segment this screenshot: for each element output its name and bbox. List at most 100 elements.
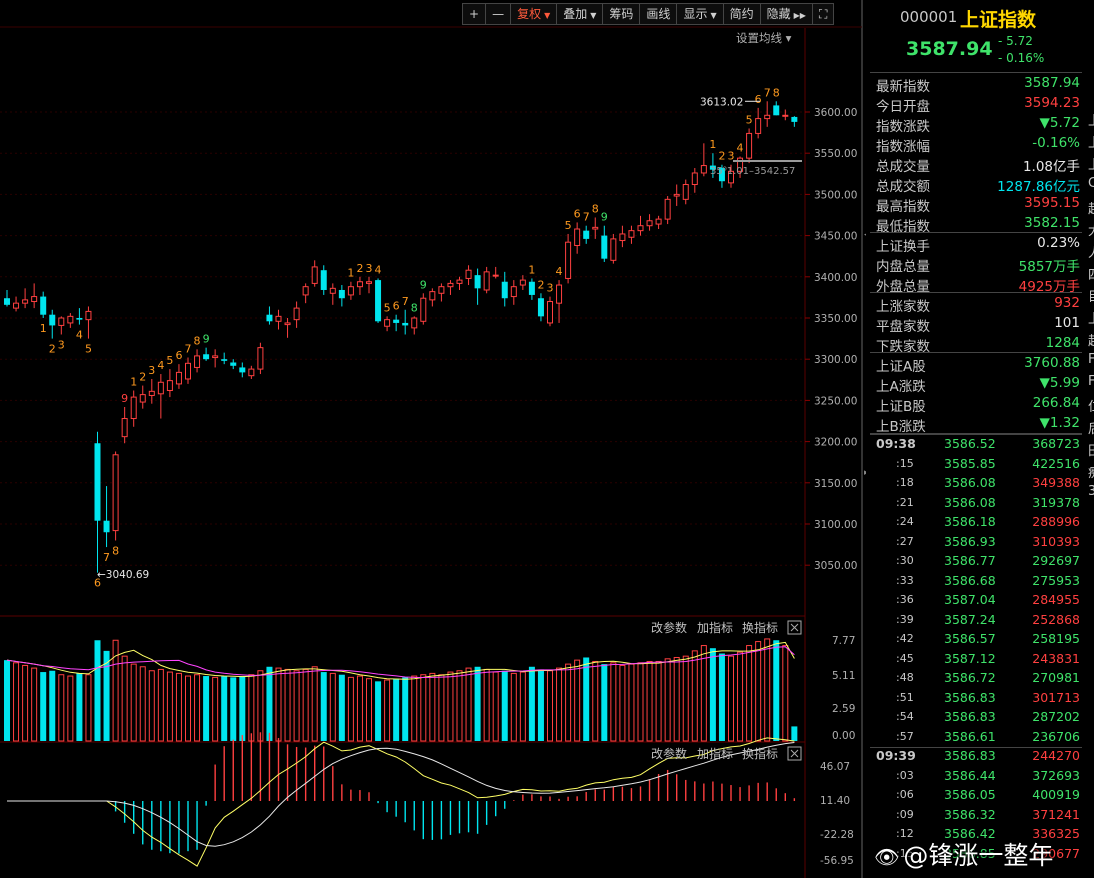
tick-row: :18 3586.08 349388: [870, 473, 1082, 493]
candle: [356, 276, 363, 295]
panel-control-0[interactable]: 改参数: [651, 746, 687, 761]
candle: [329, 283, 336, 305]
tick-price: 3586.57: [944, 631, 996, 646]
close-icon[interactable]: [787, 620, 802, 635]
candle: [429, 288, 436, 307]
toolbar-button-2[interactable]: 复权 ▼: [510, 3, 558, 25]
tick-price: 3586.68: [944, 572, 996, 588]
macd-tick: -22.28: [820, 829, 854, 841]
price-tick: 3350.00: [814, 313, 857, 325]
candle: [682, 179, 689, 205]
volume-bar: [302, 668, 309, 742]
toolbar-button-7[interactable]: 简约: [722, 3, 761, 25]
panel-control-1[interactable]: 加指标: [697, 620, 733, 635]
tick-time: :36: [896, 593, 914, 606]
quote-value: 101: [1054, 315, 1080, 331]
candle: [230, 359, 237, 370]
volume-bar: [619, 664, 626, 742]
toolbar-button-6[interactable]: 显示 ▼: [676, 3, 724, 25]
tick-time: :39: [896, 612, 914, 626]
toolbar-button-1[interactable]: —: [485, 3, 512, 25]
edge-char: 大: [1088, 220, 1094, 239]
quote-label: 上A涨跌: [876, 379, 926, 395]
candle: [203, 347, 210, 361]
panel-control-1[interactable]: 加指标: [697, 746, 733, 761]
tick-price: 3587.12: [944, 650, 996, 666]
volume-panel: 7.77 5.11 2.59 0.00: [4, 635, 855, 742]
divider: [870, 352, 1082, 353]
volume-bar: [655, 660, 662, 742]
volume-bar: [384, 679, 391, 742]
candle: [212, 349, 219, 368]
candle: [239, 362, 246, 378]
tick-volume: 236706: [1032, 728, 1080, 744]
tick-volume: 400919: [1032, 787, 1080, 802]
tick-price: 3586.44: [944, 767, 996, 783]
toolbar-button-0[interactable]: +: [462, 3, 487, 25]
close-icon[interactable]: [787, 746, 802, 761]
tick-row: :09 3586.32 371241: [870, 805, 1082, 825]
toolbar-button-4[interactable]: 筹码: [602, 3, 641, 25]
toolbar-button-9[interactable]: ⛶: [811, 3, 835, 25]
candle: [402, 309, 409, 335]
volume-bar: [347, 676, 354, 742]
toolbar-button-8[interactable]: 隐藏 ▶▶: [759, 3, 813, 25]
sequence-label: 2: [718, 150, 725, 163]
volume-bar: [574, 659, 581, 742]
sequence-label: 8: [194, 334, 201, 347]
panel-control-2[interactable]: 换指标: [742, 620, 778, 635]
candle: [664, 196, 671, 225]
sequence-label: 3: [58, 338, 65, 351]
edge-char: 后: [1088, 418, 1094, 437]
sequence-label: 5: [746, 113, 753, 126]
candle: [537, 293, 544, 322]
volume-bar: [682, 655, 689, 742]
price-tick: 3400.00: [814, 272, 857, 284]
candles: [4, 101, 798, 573]
tick-price: 3586.08: [944, 494, 996, 510]
price-tick: 3450.00: [814, 231, 857, 243]
candle: [185, 357, 191, 384]
volume-bar: [492, 671, 499, 742]
tick-volume: 368723: [1032, 436, 1080, 451]
volume-bar: [157, 668, 164, 742]
tick-time: :51: [896, 690, 914, 704]
sequence-label: 9: [601, 211, 608, 224]
toolbar-button-label: 复权: [517, 7, 542, 21]
price-tick: 3200.00: [814, 437, 857, 449]
tick-time: :48: [896, 671, 914, 684]
quote-row: 平盘家数 101: [870, 314, 1082, 335]
volume-bar: [248, 674, 255, 742]
tick-volume: 288996: [1032, 514, 1080, 529]
divider: [870, 72, 1082, 73]
candle: [700, 143, 707, 177]
panel-control-2[interactable]: 换指标: [742, 746, 778, 761]
app-window: ◂▸ 1234567891234567891234567891234567891…: [0, 0, 1094, 878]
candle: [311, 260, 318, 287]
volume-bar: [411, 675, 418, 742]
quote-value: 3587.94: [1024, 75, 1080, 91]
tick-time: :24: [896, 515, 914, 528]
volume-bar: [691, 650, 698, 742]
sequence-label: 8: [773, 86, 780, 99]
volume-bar: [601, 664, 608, 741]
current-price: 3587.94: [906, 38, 993, 60]
toolbar-button-label: ⛶: [818, 7, 828, 21]
ma-settings-link[interactable]: 设置均线 ▾: [736, 31, 792, 45]
edge-char: 上: [1088, 132, 1094, 151]
tick-price: 3586.93: [944, 533, 996, 549]
price-tick: 3150.00: [814, 478, 857, 490]
toolbar-button-3[interactable]: 叠加 ▼: [556, 3, 604, 25]
price-tick: 3300.00: [814, 354, 857, 366]
volume-bar: [58, 674, 65, 742]
toolbar-button-5[interactable]: 画线: [639, 3, 678, 25]
volume-bar: [465, 667, 472, 742]
candle: [773, 101, 780, 116]
volume-bar: [22, 664, 29, 742]
panel-control-0[interactable]: 改参数: [651, 620, 687, 635]
kline-chart[interactable]: ◂▸ 1234567891234567891234567891234567891…: [0, 0, 866, 878]
edge-char: 起: [1088, 330, 1094, 349]
quote-label: 上涨家数: [876, 299, 930, 315]
quote-value: 5857万手: [1018, 259, 1080, 275]
macd-tick: 46.07: [820, 761, 850, 773]
